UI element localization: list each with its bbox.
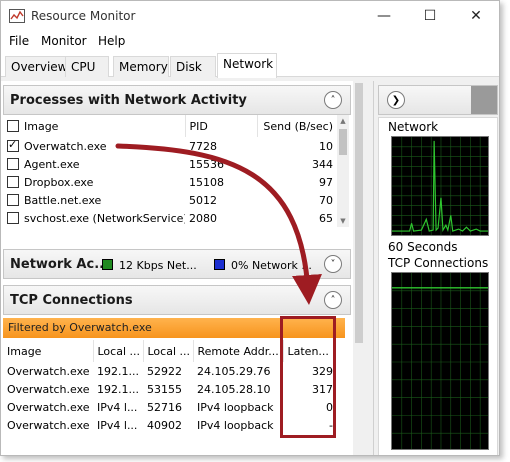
menu-file[interactable]: File [9, 34, 29, 48]
process-pid: 15108 [189, 175, 224, 189]
processes-panel-title: Processes with Network Activity [10, 93, 247, 108]
collapse-chevron-icon[interactable]: ˄ [324, 91, 342, 109]
maximize-button[interactable]: ☐ [407, 1, 453, 31]
expand-chevron-icon[interactable]: ˅ [324, 255, 342, 273]
tcp-remote-address: 24.105.28.10 [197, 382, 271, 396]
legend-swatch-green [102, 259, 113, 270]
process-pid: 7728 [189, 139, 217, 153]
row-checkbox[interactable] [7, 157, 19, 170]
tcp-image: Overwatch.exe [7, 382, 90, 396]
graph-network-label: Network [388, 120, 439, 134]
tab-memory[interactable]: Memory [113, 56, 169, 77]
processes-panel-header[interactable]: Processes with Network Activity ˄ [3, 85, 351, 115]
legend-swatch-blue [214, 259, 225, 270]
table-row[interactable]: svchost.exe (NetworkService) 2080 65 [3, 209, 337, 227]
row-checkbox[interactable] [7, 211, 19, 224]
tcp-remote-address: IPv4 loopback [197, 418, 274, 432]
network-graph [391, 136, 489, 236]
tcp-local-port: 53155 [147, 382, 182, 396]
column-header-local-port[interactable]: Local ... [142, 340, 193, 362]
process-pid: 2080 [189, 211, 217, 225]
column-header-image[interactable]: Image [3, 115, 185, 137]
process-image: Battle.net.exe [24, 193, 102, 207]
network-legend-2: 0% Network ... [214, 259, 312, 272]
processes-table: Image PID Send (B/sec) Overwatch.exe 772… [3, 115, 337, 227]
select-all-checkbox[interactable] [7, 119, 19, 132]
graph-panel: Network 60 Seconds TCP Connections [378, 117, 498, 455]
collapse-chevron-icon[interactable]: ˄ [324, 291, 342, 309]
process-send: 344 [312, 157, 333, 171]
left-pane-scrollbar[interactable] [353, 81, 365, 455]
right-pane: ❯ Network 60 Seconds TCP Connections [373, 81, 499, 455]
close-button[interactable]: ✕ [453, 1, 499, 31]
tcp-local-port: 40902 [147, 418, 182, 432]
tcp-image: Overwatch.exe [7, 364, 90, 378]
tab-overview[interactable]: Overview [5, 56, 68, 77]
table-row[interactable]: Agent.exe 15536 344 [3, 155, 337, 173]
processes-header-row: Image PID Send (B/sec) [3, 115, 337, 137]
menu-monitor[interactable]: Monitor [41, 34, 87, 48]
scroll-up-icon[interactable]: ▲ [337, 115, 349, 127]
network-activity-panel-header[interactable]: Network Ac... 12 Kbps Net... 0% Network … [3, 249, 351, 279]
table-row[interactable]: Battle.net.exe 5012 70 [3, 191, 337, 209]
table-row[interactable]: Overwatch.exe 7728 10 [3, 137, 337, 155]
tcp-local-address: 192.1... [97, 364, 139, 378]
processes-scrollbar[interactable]: ▲ ▼ [337, 115, 349, 227]
tcp-image: Overwatch.exe [7, 400, 90, 414]
process-send: 10 [319, 139, 333, 153]
tcp-local-port: 52716 [147, 400, 182, 414]
menu-bar: File Monitor Help [1, 31, 499, 53]
right-panel-header: ❯ [378, 85, 498, 115]
process-send: 97 [319, 175, 333, 189]
column-header-local-address[interactable]: Local ... [92, 340, 143, 362]
process-send: 70 [319, 193, 333, 207]
process-image: Overwatch.exe [24, 139, 107, 153]
network-activity-title: Network Ac... [10, 257, 110, 272]
tcp-local-port: 52922 [147, 364, 182, 378]
process-image: svchost.exe (NetworkService) [24, 211, 185, 225]
row-checkbox[interactable] [7, 138, 19, 152]
expand-right-icon[interactable]: ❯ [387, 91, 405, 109]
process-image: Dropbox.exe [24, 175, 94, 189]
row-checkbox[interactable] [7, 193, 19, 206]
views-dropdown-button[interactable] [471, 86, 497, 114]
column-header-send[interactable]: Send (B/sec) [256, 115, 337, 137]
row-checkbox[interactable] [7, 175, 19, 188]
process-send: 65 [319, 211, 333, 225]
tcp-local-address: IPv4 l... [97, 418, 138, 432]
network-legend-1: 12 Kbps Net... [102, 259, 197, 272]
window-title: Resource Monitor [31, 9, 136, 23]
tcp-image: Overwatch.exe [7, 418, 90, 432]
column-header-pid[interactable]: PID [184, 115, 257, 137]
column-header-remote-address[interactable]: Remote Addr... [192, 340, 283, 362]
column-header-image[interactable]: Image [3, 340, 93, 362]
tcp-local-address: 192.1... [97, 382, 139, 396]
scroll-thumb[interactable] [355, 83, 363, 343]
latency-highlight-box [280, 316, 336, 438]
tab-bar: Overview CPU Memory Disk Network [1, 53, 499, 78]
process-image: Agent.exe [24, 157, 80, 171]
graph-tcp-label: TCP Connections [388, 256, 489, 270]
tab-cpu[interactable]: CPU [65, 56, 109, 77]
resource-monitor-icon [9, 9, 25, 23]
tcp-remote-address: IPv4 loopback [197, 400, 274, 414]
tab-disk[interactable]: Disk [170, 56, 216, 77]
tcp-connections-graph [391, 272, 489, 450]
tcp-panel-title: TCP Connections [10, 293, 133, 308]
menu-help[interactable]: Help [98, 34, 125, 48]
tcp-local-address: IPv4 l... [97, 400, 138, 414]
tcp-remote-address: 24.105.29.76 [197, 364, 271, 378]
process-pid: 15536 [189, 157, 224, 171]
tcp-panel-header[interactable]: TCP Connections ˄ [3, 285, 351, 315]
minimize-button[interactable]: — [361, 1, 407, 31]
graph-time-label: 60 Seconds [388, 240, 458, 254]
process-pid: 5012 [189, 193, 217, 207]
scroll-down-icon[interactable]: ▼ [337, 215, 349, 227]
scroll-thumb[interactable] [339, 129, 347, 155]
resource-monitor-window: Resource Monitor — ☐ ✕ File Monitor Help… [0, 0, 500, 456]
title-bar: Resource Monitor — ☐ ✕ [1, 1, 499, 31]
tab-network[interactable]: Network [217, 53, 277, 78]
table-row[interactable]: Dropbox.exe 15108 97 [3, 173, 337, 191]
